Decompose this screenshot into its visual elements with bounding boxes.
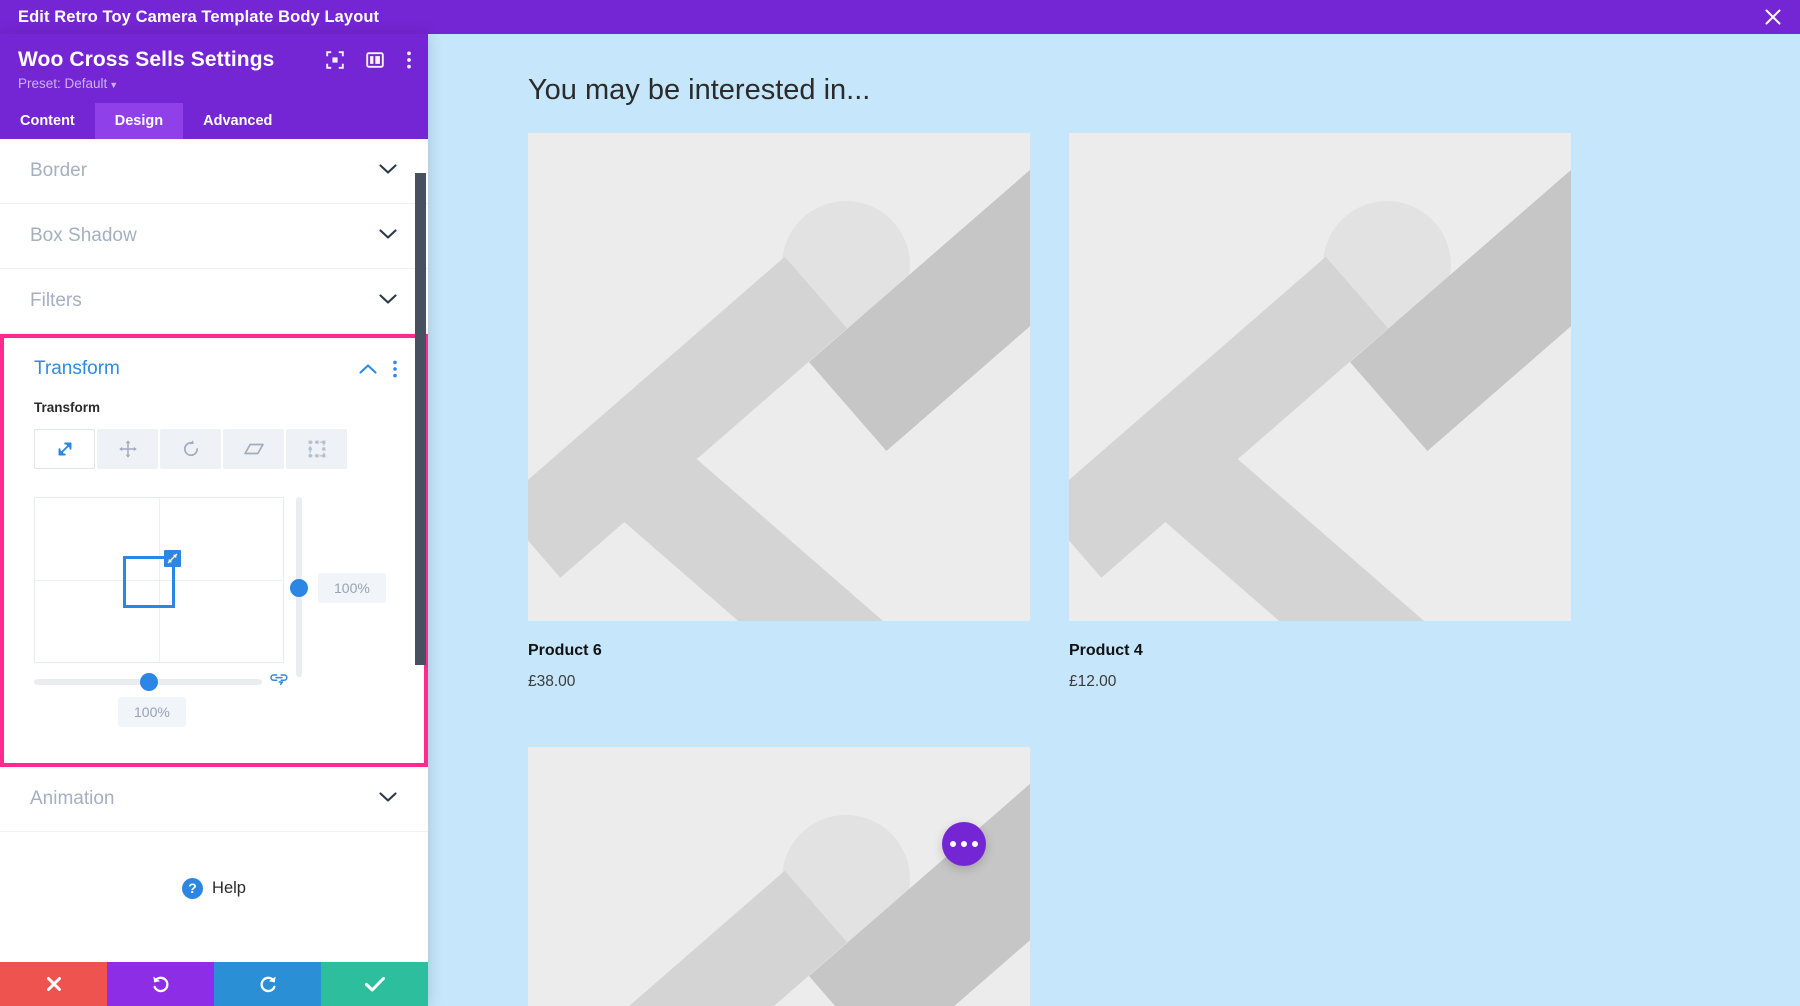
chevron-down-icon	[378, 790, 398, 808]
ellipsis-dot	[950, 841, 956, 847]
transform-mode-tabs	[34, 429, 394, 469]
product-image-placeholder	[528, 747, 1030, 1006]
section-border[interactable]: Border	[0, 139, 428, 204]
chevron-down-icon	[378, 162, 398, 180]
section-border-label: Border	[30, 160, 88, 181]
product-card[interactable]	[528, 747, 1030, 1006]
scale-x-slider-knob[interactable]	[140, 673, 158, 691]
preview-content: You may be interested in... Product 6 £3…	[428, 34, 1800, 1006]
section-filters[interactable]: Filters	[0, 269, 428, 334]
transform-origin-icon[interactable]	[286, 429, 347, 469]
product-image-placeholder	[528, 133, 1030, 621]
translate-move-icon[interactable]	[97, 429, 158, 469]
help-label: Help	[212, 878, 246, 897]
placeholder-mountain-right	[1139, 428, 1527, 621]
chevron-down-icon: ▼	[109, 80, 119, 90]
more-vertical-icon[interactable]	[406, 50, 412, 75]
layout-panel-icon[interactable]	[366, 51, 384, 74]
scale-x-value[interactable]: 100%	[118, 697, 186, 727]
scale-y-value[interactable]: 100%	[318, 573, 386, 603]
section-box-shadow-label: Box Shadow	[30, 225, 137, 246]
preview-heading: You may be interested in...	[528, 74, 871, 106]
question-mark-icon: ?	[182, 877, 204, 899]
scale-x-slider[interactable]	[34, 673, 262, 691]
preset-label: Preset: Default	[18, 76, 108, 91]
placeholder-mountain-left	[528, 871, 848, 1006]
scale-control: 100% 100%	[34, 497, 394, 737]
focus-target-icon[interactable]	[326, 51, 344, 74]
tab-design[interactable]: Design	[94, 103, 184, 139]
tab-content[interactable]: Content	[0, 103, 95, 139]
scale-preview-pad[interactable]	[34, 497, 284, 663]
panel-tabs: Content Design Advanced	[0, 103, 428, 139]
product-card[interactable]: Product 6 £38.00	[528, 133, 1030, 691]
redo-button[interactable]	[214, 962, 321, 1006]
product-card[interactable]: Product 4 £12.00	[1069, 133, 1571, 691]
close-icon[interactable]	[1762, 6, 1784, 28]
panel-header: Woo Cross Sells Settings Preset: Default…	[0, 34, 428, 103]
section-animation-label: Animation	[30, 788, 115, 809]
section-box-shadow[interactable]: Box Shadow	[0, 204, 428, 269]
save-button[interactable]	[321, 962, 428, 1006]
placeholder-mountain-right	[598, 428, 986, 621]
undo-button[interactable]	[107, 962, 214, 1006]
settings-panel: Woo Cross Sells Settings Preset: Default…	[0, 34, 428, 1006]
section-animation[interactable]: Animation	[0, 767, 428, 832]
rotate-icon[interactable]	[160, 429, 221, 469]
preset-dropdown[interactable]: Preset: Default ▼	[18, 76, 410, 91]
panel-header-icons	[326, 50, 412, 75]
chevron-up-icon[interactable]	[358, 363, 378, 375]
tab-advanced[interactable]: Advanced	[183, 103, 292, 139]
link-chain-icon[interactable]	[270, 671, 288, 692]
scale-resize-handle[interactable]	[164, 550, 181, 567]
page-preview: You may be interested in... Product 6 £3…	[428, 34, 1800, 1006]
panel-scroll-area: Border Box Shadow Filters Transform Tran…	[0, 139, 428, 962]
cancel-button[interactable]	[0, 962, 107, 1006]
more-options-fab[interactable]	[942, 822, 986, 866]
product-title[interactable]: Product 6	[528, 642, 1030, 660]
section-transform: Transform Transform 100% 100%	[0, 334, 428, 767]
product-title[interactable]: Product 4	[1069, 642, 1571, 660]
window-top-bar: Edit Retro Toy Camera Template Body Layo…	[0, 0, 1800, 34]
transform-field-label: Transform	[34, 400, 101, 415]
section-transform-header[interactable]: Transform	[4, 338, 424, 400]
panel-scrollbar-thumb[interactable]	[415, 173, 426, 665]
scale-box-handle[interactable]	[123, 550, 181, 608]
section-transform-label: Transform	[34, 358, 120, 379]
chevron-down-icon	[378, 227, 398, 245]
ellipsis-dot	[961, 841, 967, 847]
product-price: £38.00	[528, 673, 576, 690]
section-transform-actions	[358, 359, 398, 379]
skew-icon[interactable]	[223, 429, 284, 469]
more-vertical-icon[interactable]	[392, 359, 398, 379]
scale-y-slider[interactable]	[290, 497, 308, 677]
panel-scrollbar[interactable]	[415, 139, 426, 962]
product-image-placeholder	[1069, 133, 1571, 621]
help-button[interactable]: ? Help	[0, 832, 428, 944]
ellipsis-dot	[972, 841, 978, 847]
section-transform-body: Transform 100% 100%	[4, 400, 424, 763]
scale-icon[interactable]	[34, 429, 95, 469]
panel-footer	[0, 962, 428, 1006]
product-price: £12.00	[1069, 673, 1117, 690]
divi-builder-app: Edit Retro Toy Camera Template Body Layo…	[0, 0, 1800, 1006]
section-filters-label: Filters	[30, 290, 82, 311]
cross-sells-product-grid: Product 6 £38.00 Product 4 £12.00	[528, 133, 1730, 1006]
scale-y-slider-knob[interactable]	[290, 579, 308, 597]
window-title: Edit Retro Toy Camera Template Body Layo…	[18, 7, 380, 26]
chevron-down-icon	[378, 292, 398, 310]
